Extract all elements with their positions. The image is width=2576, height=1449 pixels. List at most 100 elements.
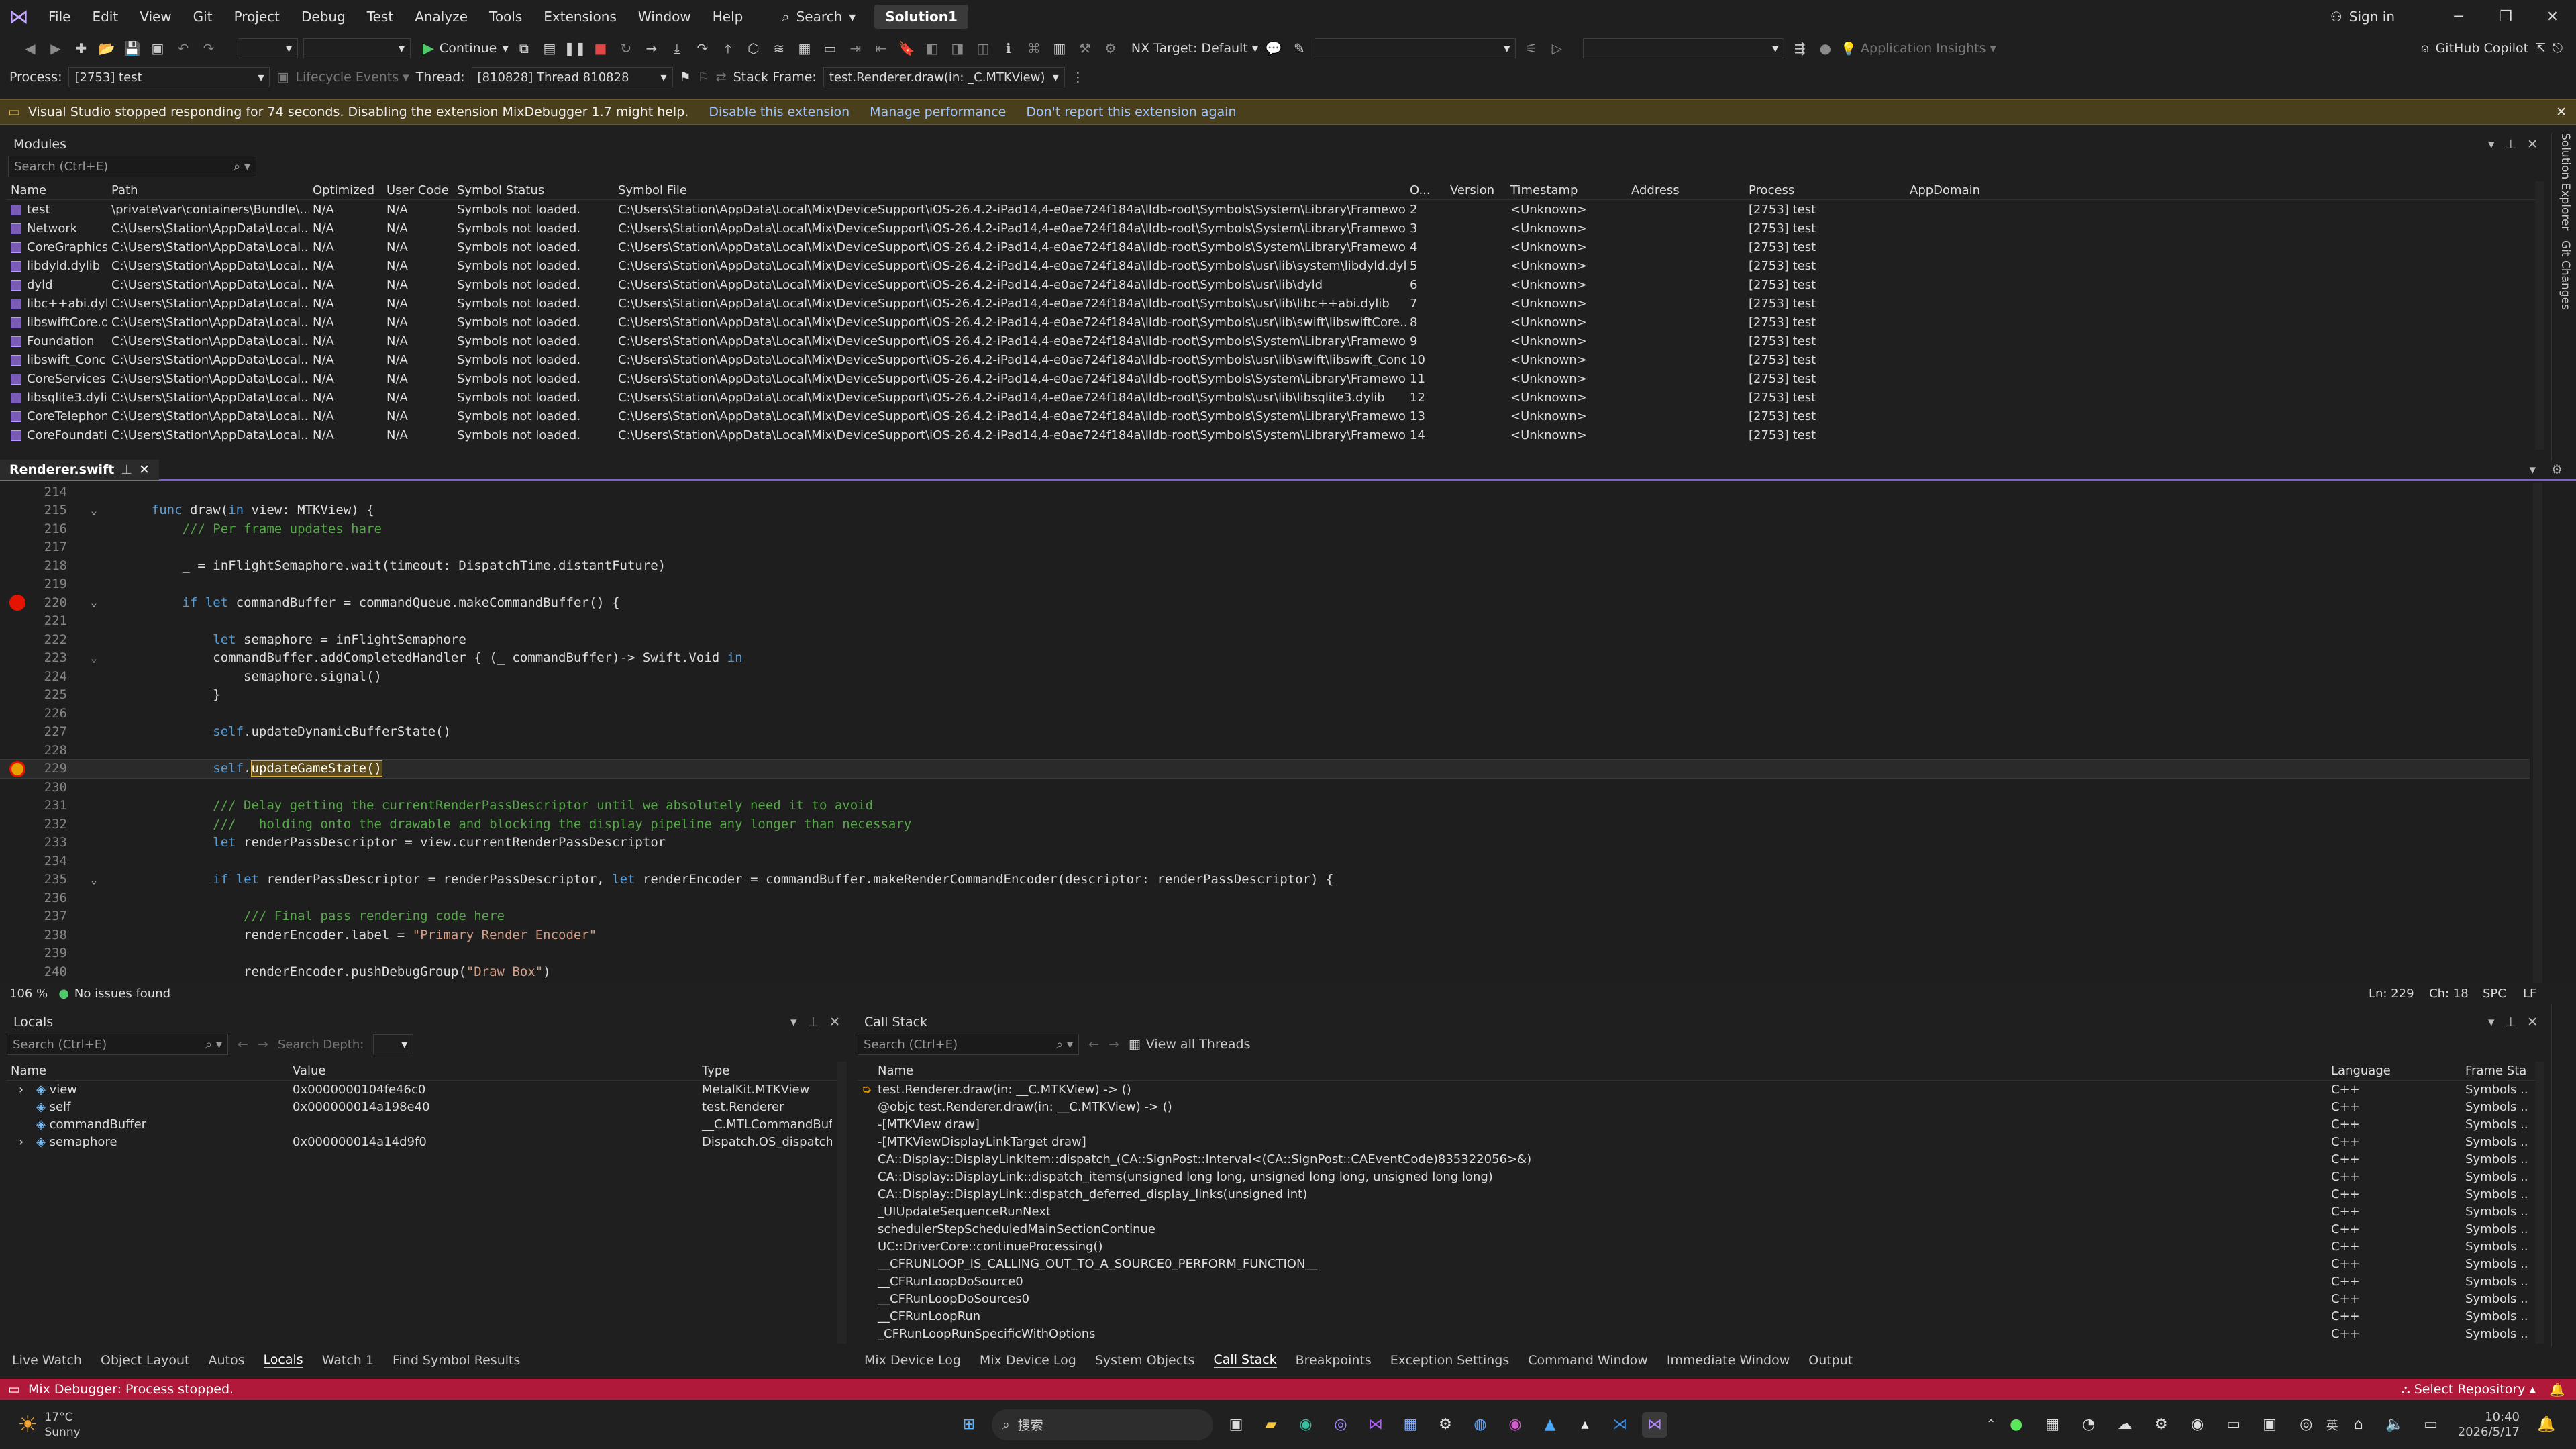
column-header[interactable]: Name: [858, 1064, 2327, 1078]
column-header[interactable]: AppDomain: [1906, 183, 2040, 197]
script-icon[interactable]: ✎: [1289, 38, 1309, 58]
back-arrow-icon[interactable]: ←: [1088, 1037, 1099, 1052]
forward-arrow-icon[interactable]: →: [1109, 1037, 1119, 1052]
column-header[interactable]: Process: [1745, 183, 1906, 197]
locals-search-input[interactable]: Search (Ctrl+E) ⌕ ▾: [7, 1034, 228, 1055]
start-icon[interactable]: ⊞: [956, 1412, 982, 1438]
editor-scrollbar[interactable]: [2533, 483, 2542, 983]
table-row[interactable]: libswiftCore.d... C:\Users\Station\AppDat…: [7, 313, 2544, 332]
manage-performance-link[interactable]: Manage performance: [870, 105, 1006, 119]
current-statement-icon[interactable]: [9, 760, 25, 777]
share-icon[interactable]: ⎋: [2553, 41, 2563, 56]
modules-search-input[interactable]: Search (Ctrl+E) ⌕ ▾: [8, 156, 256, 177]
fold-toggle-icon[interactable]: ⌄: [67, 652, 121, 664]
visual-studio-taskbar-icon[interactable]: ⋈: [1642, 1411, 1667, 1438]
copilot-icon[interactable]: ⍝: [2421, 41, 2428, 56]
search-button[interactable]: ⌕ Search ▾: [774, 9, 864, 25]
tab-list-icon[interactable]: ▾: [2529, 462, 2536, 477]
table-row[interactable]: CoreTelephony C:\Users\Station\AppData\Lo…: [7, 407, 2544, 426]
tab-object-layout[interactable]: Object Layout: [101, 1353, 190, 1368]
deploy-icon[interactable]: ⇶: [1790, 38, 1810, 58]
tab-breakpoints[interactable]: Breakpoints: [1296, 1353, 1372, 1368]
open-icon[interactable]: 📂: [97, 38, 117, 58]
close-icon[interactable]: ✕: [2527, 137, 2538, 152]
tray-icon-2[interactable]: ▦: [2040, 1412, 2065, 1438]
info-icon[interactable]: ℹ: [998, 38, 1019, 58]
table-row[interactable]: @objc test.Renderer.draw(in: __C.MTKView…: [858, 1098, 2544, 1115]
input-language[interactable]: 英: [2326, 1416, 2338, 1434]
thread-dropdown[interactable]: [810828] Thread 810828 ▾: [471, 67, 673, 87]
tray-chevron-icon[interactable]: ⌃: [1986, 1417, 1996, 1432]
fold-toggle-icon[interactable]: ⌄: [67, 596, 121, 609]
dropdown-icon[interactable]: ▾: [2488, 1015, 2495, 1030]
column-header[interactable]: Version: [1446, 183, 1506, 197]
search-depth-dropdown[interactable]: ▾: [373, 1034, 414, 1054]
app-icon-1[interactable]: ◎: [1328, 1412, 1353, 1438]
fold-toggle-icon[interactable]: ⌄: [67, 504, 121, 517]
expand-icon[interactable]: ›: [11, 1083, 25, 1097]
feedback-icon[interactable]: ⇱: [2535, 41, 2546, 56]
step-out-icon[interactable]: ⤒: [718, 38, 738, 58]
call-stack-scrollbar[interactable]: [2535, 1062, 2544, 1344]
network-icon[interactable]: ⌘: [1024, 38, 1044, 58]
menu-item-file[interactable]: File: [38, 0, 81, 34]
column-header[interactable]: Address: [1627, 183, 1745, 197]
device-icon[interactable]: ▥: [1049, 38, 1070, 58]
column-header[interactable]: Frame Sta: [2461, 1064, 2528, 1078]
table-row[interactable]: _UIUpdateSequenceRunNext C++ Symbols ...: [858, 1203, 2544, 1220]
whitespace-mode[interactable]: SPC: [2483, 987, 2506, 1001]
table-row[interactable]: __CFRunLoopDoSource0 C++ Symbols ...: [858, 1272, 2544, 1290]
platform-dropdown[interactable]: ▾: [303, 38, 411, 58]
pin-icon[interactable]: ⊥: [121, 462, 132, 477]
table-row[interactable]: CoreFoundati... C:\Users\Station\AppData\…: [7, 426, 2544, 444]
volume-icon[interactable]: 🔈: [2382, 1412, 2408, 1438]
table-row[interactable]: libdyld.dylib C:\Users\Station\AppData\Lo…: [7, 256, 2544, 275]
table-row[interactable]: libc++abi.dylib C:\Users\Station\AppData\…: [7, 294, 2544, 313]
configuration-dropdown[interactable]: ▾: [238, 38, 298, 58]
next-bookmark-icon[interactable]: ◨: [947, 38, 968, 58]
extension-icon[interactable]: ⚙: [1100, 38, 1121, 58]
column-header[interactable]: Path: [107, 183, 309, 197]
tab-find-symbol-results[interactable]: Find Symbol Results: [393, 1353, 520, 1368]
menu-item-view[interactable]: View: [129, 0, 182, 34]
table-row[interactable]: › ◈ view 0x0000000104fe46c0 MetalKit.MTKVie…: [7, 1081, 847, 1098]
tab-mix-device-log[interactable]: Mix Device Log: [864, 1353, 961, 1368]
close-icon[interactable]: ✕: [2556, 105, 2567, 119]
column-header[interactable]: Symbol Status: [453, 183, 614, 197]
threads-icon[interactable]: ≋: [769, 38, 789, 58]
close-icon[interactable]: ✕: [139, 462, 150, 477]
application-insights-button[interactable]: 💡 Application Insights ▾: [1841, 41, 1996, 56]
table-row[interactable]: CA::Display::DisplayLinkItem::dispatch_(…: [858, 1150, 2544, 1168]
table-row[interactable]: CoreServices C:\Users\Station\AppData\Loc…: [7, 369, 2544, 388]
tab-locals[interactable]: Locals: [263, 1352, 303, 1368]
menu-item-git[interactable]: Git: [183, 0, 223, 34]
memory-icon[interactable]: ▦: [794, 38, 815, 58]
tray-icon-1[interactable]: ●: [2004, 1412, 2029, 1438]
target-combo-1[interactable]: ▾: [1315, 38, 1516, 58]
tray-icon-3[interactable]: ◔: [2076, 1412, 2102, 1438]
table-row[interactable]: libsqlite3.dylib C:\Users\Station\AppData…: [7, 388, 2544, 407]
menu-item-analyze[interactable]: Analyze: [404, 0, 478, 34]
column-header[interactable]: Type: [698, 1064, 832, 1078]
modules-scrollbar[interactable]: [2535, 181, 2544, 450]
indent-icon[interactable]: ⇥: [845, 38, 866, 58]
tray-icon-6[interactable]: ◉: [2185, 1412, 2210, 1438]
column-header[interactable]: Name: [7, 1064, 289, 1078]
table-row[interactable]: __CFRunLoopDoSources0 C++ Symbols ...: [858, 1290, 2544, 1307]
tray-icon-9[interactable]: ◎: [2294, 1412, 2319, 1438]
table-row[interactable]: CoreGraphics C:\Users\Station\AppData\Loc…: [7, 238, 2544, 256]
table-row[interactable]: schedulerStepScheduledMainSectionContinu…: [858, 1220, 2544, 1238]
app-icon-5[interactable]: ◍: [1467, 1412, 1493, 1438]
table-row[interactable]: -[MTKView draw] C++ Symbols ...: [858, 1115, 2544, 1133]
step-over-icon[interactable]: ↷: [692, 38, 713, 58]
nx-target-selector[interactable]: NX Target: Default ▾: [1131, 41, 1258, 56]
process-dropdown[interactable]: [2753] test ▾: [68, 67, 270, 87]
solution-name[interactable]: Solution1: [874, 5, 968, 29]
battery-icon[interactable]: ▭: [2418, 1412, 2444, 1438]
wand-icon[interactable]: ⚟: [1521, 38, 1541, 58]
network-icon[interactable]: ⌂: [2346, 1412, 2371, 1438]
menu-item-test[interactable]: Test: [356, 0, 404, 34]
taskbar-search[interactable]: ⌕ 搜索: [992, 1409, 1213, 1440]
stop-icon[interactable]: ■: [590, 38, 611, 58]
close-icon[interactable]: ✕: [829, 1015, 840, 1030]
